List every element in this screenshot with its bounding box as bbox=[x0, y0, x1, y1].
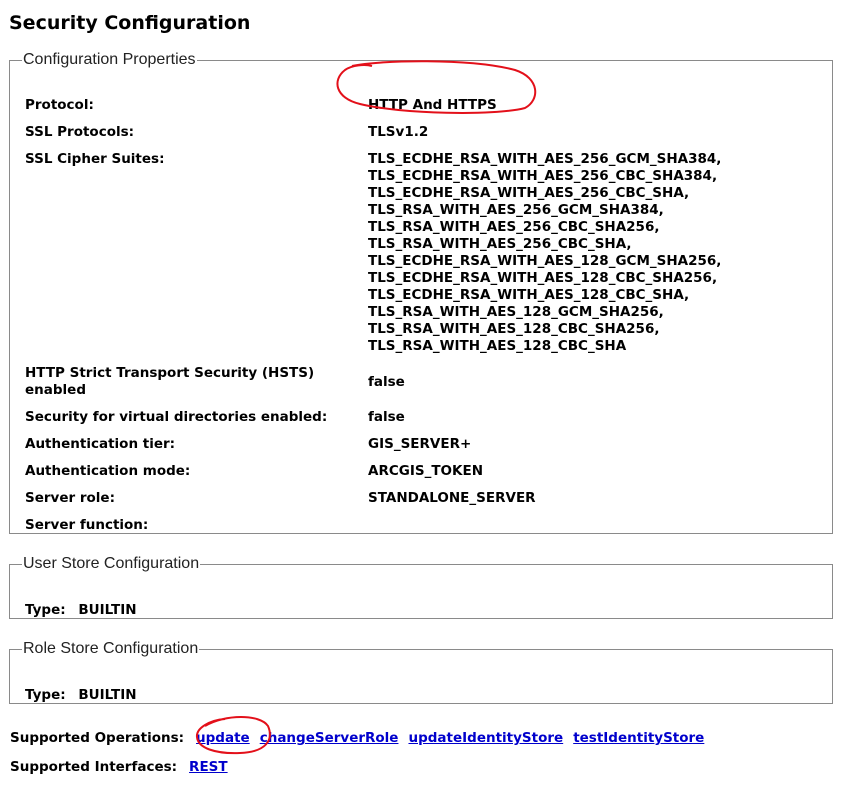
supported-operations-label: Supported Operations: bbox=[10, 730, 185, 746]
virtual-directories-value: false bbox=[368, 409, 405, 425]
page-title: Security Configuration bbox=[9, 12, 251, 34]
role-store-type-row: Type: BUILTIN bbox=[25, 687, 137, 703]
supported-interfaces: Supported Interfaces: REST bbox=[10, 759, 228, 776]
cipher-suite: TLS_ECDHE_RSA_WITH_AES_256_CBC_SHA384, bbox=[368, 168, 718, 184]
ssl-protocols-value: TLSv1.2 bbox=[368, 124, 429, 140]
protocol-label: Protocol: bbox=[25, 97, 94, 113]
ssl-protocols-label: SSL Protocols: bbox=[25, 124, 135, 140]
cipher-suite: TLS_RSA_WITH_AES_256_CBC_SHA256, bbox=[368, 219, 660, 235]
user-store-legend: User Store Configuration bbox=[23, 555, 200, 572]
test-identity-store-link[interactable]: testIdentityStore bbox=[573, 730, 704, 746]
hsts-value: false bbox=[368, 374, 405, 390]
authentication-tier-value: GIS_SERVER+ bbox=[368, 436, 472, 452]
authentication-mode-value: ARCGIS_TOKEN bbox=[368, 463, 483, 479]
role-store-section: Role Store Configuration Type: BUILTIN bbox=[9, 640, 833, 704]
user-store-type-value: BUILTIN bbox=[78, 602, 137, 618]
supported-interfaces-label: Supported Interfaces: bbox=[10, 759, 178, 775]
cipher-suite: TLS_RSA_WITH_AES_128_CBC_SHA bbox=[368, 338, 627, 354]
virtual-directories-label: Security for virtual directories enabled… bbox=[25, 409, 328, 425]
hsts-label: HTTP Strict Transport Security (HSTS) en… bbox=[25, 365, 360, 399]
rest-link[interactable]: REST bbox=[189, 759, 228, 775]
cipher-suite: TLS_ECDHE_RSA_WITH_AES_256_GCM_SHA384, bbox=[368, 151, 722, 167]
update-identity-store-link[interactable]: updateIdentityStore bbox=[408, 730, 563, 746]
cipher-suite: TLS_RSA_WITH_AES_128_CBC_SHA256, bbox=[368, 321, 660, 337]
server-role-value: STANDALONE_SERVER bbox=[368, 490, 536, 506]
update-link[interactable]: update bbox=[196, 730, 250, 746]
protocol-value: HTTP And HTTPS bbox=[368, 97, 497, 113]
cipher-suite: TLS_ECDHE_RSA_WITH_AES_128_CBC_SHA, bbox=[368, 287, 690, 303]
ssl-cipher-suites-value: TLS_ECDHE_RSA_WITH_AES_256_GCM_SHA384, T… bbox=[368, 151, 721, 355]
role-store-type-label: Type: bbox=[25, 687, 66, 703]
server-function-label: Server function: bbox=[25, 517, 149, 533]
configuration-properties-section: Configuration Properties Protocol: HTTP … bbox=[9, 51, 833, 534]
cipher-suite: TLS_RSA_WITH_AES_128_GCM_SHA256, bbox=[368, 304, 664, 320]
role-store-legend: Role Store Configuration bbox=[23, 640, 199, 657]
cipher-suite: TLS_ECDHE_RSA_WITH_AES_128_GCM_SHA256, bbox=[368, 253, 722, 269]
server-role-label: Server role: bbox=[25, 490, 115, 506]
hsts-label-line1: HTTP Strict Transport Security (HSTS) bbox=[25, 365, 315, 381]
hsts-label-line2: enabled bbox=[25, 382, 86, 398]
ssl-cipher-suites-label: SSL Cipher Suites: bbox=[25, 151, 165, 167]
cipher-suite: TLS_RSA_WITH_AES_256_CBC_SHA, bbox=[368, 236, 632, 252]
cipher-suite: TLS_RSA_WITH_AES_256_GCM_SHA384, bbox=[368, 202, 664, 218]
change-server-role-link[interactable]: changeServerRole bbox=[260, 730, 399, 746]
authentication-mode-label: Authentication mode: bbox=[25, 463, 191, 479]
authentication-tier-label: Authentication tier: bbox=[25, 436, 176, 452]
user-store-type-row: Type: BUILTIN bbox=[25, 602, 137, 618]
user-store-section: User Store Configuration Type: BUILTIN bbox=[9, 555, 833, 619]
configuration-properties-legend: Configuration Properties bbox=[23, 51, 196, 68]
cipher-suite: TLS_ECDHE_RSA_WITH_AES_128_CBC_SHA256, bbox=[368, 270, 718, 286]
role-store-type-value: BUILTIN bbox=[78, 687, 137, 703]
user-store-type-label: Type: bbox=[25, 602, 66, 618]
supported-operations: Supported Operations: update changeServerR… bbox=[10, 730, 704, 747]
cipher-suite: TLS_ECDHE_RSA_WITH_AES_256_CBC_SHA, bbox=[368, 185, 690, 201]
